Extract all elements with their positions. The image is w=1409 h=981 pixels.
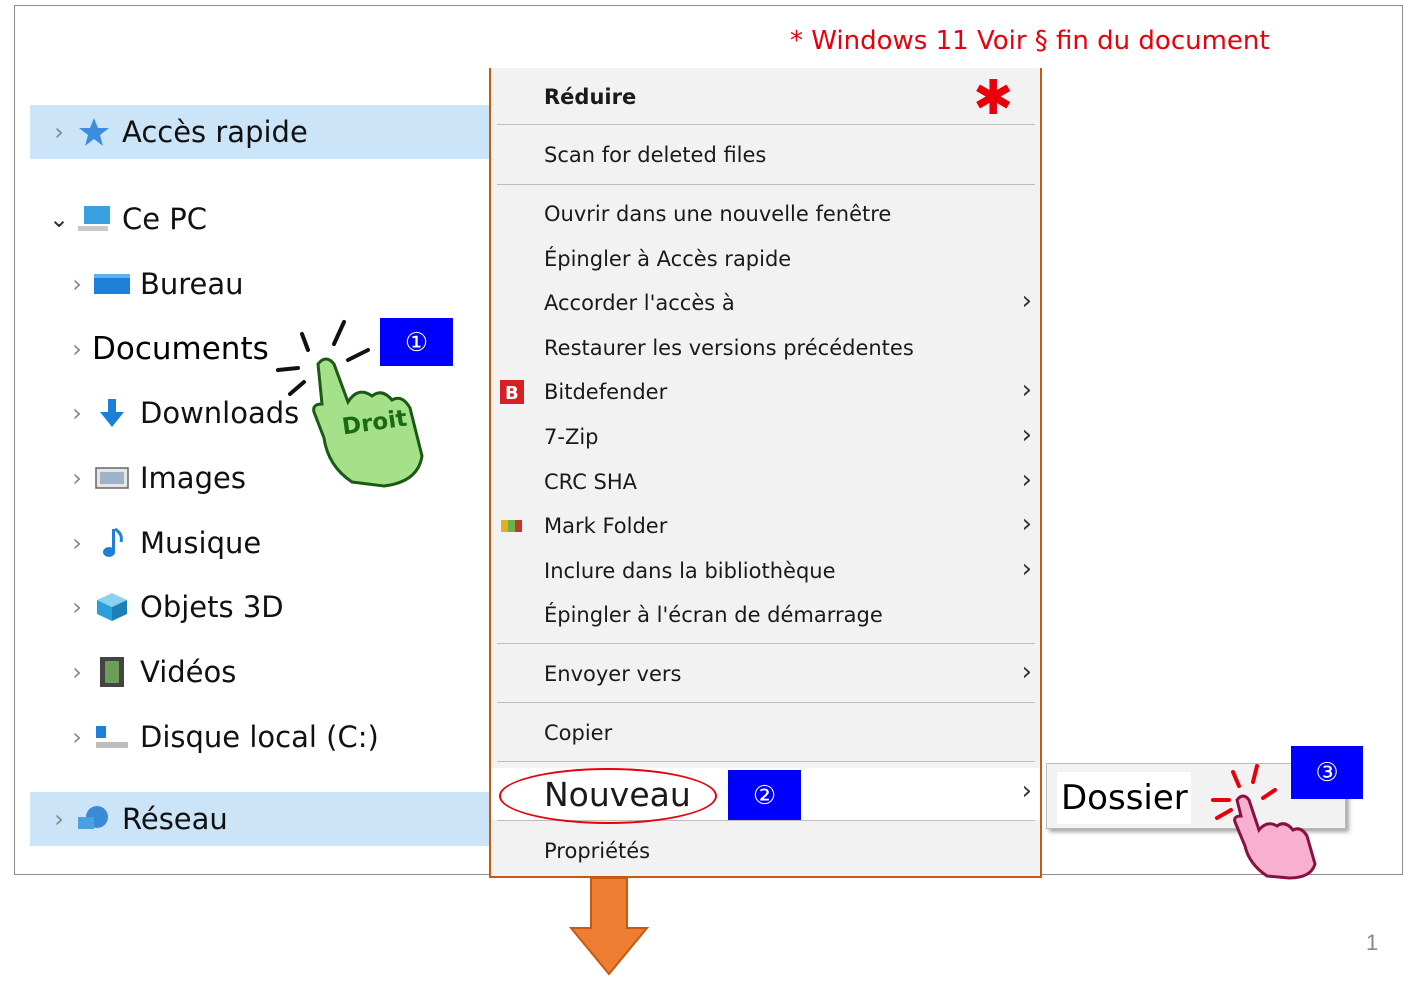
sidebar-item-label: Réseau bbox=[122, 802, 228, 836]
menu-item-crc-sha[interactable]: CRC SHA › bbox=[491, 461, 1040, 503]
sidebar-item-label: Bureau bbox=[140, 267, 244, 301]
menu-item-label: Copier bbox=[544, 721, 613, 745]
menu-item-label: Ouvrir dans une nouvelle fenêtre bbox=[544, 202, 892, 226]
sidebar-item-label: Disque local (C:) bbox=[140, 720, 379, 754]
menu-item-label: Scan for deleted files bbox=[544, 143, 767, 167]
mark-folder-icon bbox=[499, 513, 525, 539]
menu-item-label: Bitdefender bbox=[544, 380, 668, 404]
chevron-right-icon[interactable]: › bbox=[62, 270, 92, 298]
chevron-down-icon[interactable]: ⌄ bbox=[44, 205, 74, 233]
menu-separator bbox=[497, 124, 1035, 125]
menu-item-label: CRC SHA bbox=[544, 470, 638, 494]
step-badge-2: ② bbox=[728, 770, 801, 820]
sidebar-item-label: Musique bbox=[140, 526, 262, 560]
sidebar-item-videos[interactable]: › Vidéos bbox=[62, 645, 482, 699]
svg-text:B: B bbox=[505, 383, 519, 404]
chevron-right-icon: › bbox=[1021, 420, 1032, 450]
menu-separator bbox=[497, 643, 1035, 644]
chevron-right-icon: › bbox=[1021, 375, 1032, 405]
sidebar-item-disque-local[interactable]: › Disque local (C:) bbox=[62, 710, 482, 764]
asterisk-icon: ✱ bbox=[973, 70, 1014, 126]
drive-icon bbox=[92, 720, 132, 754]
step-badge-1: ① bbox=[380, 318, 453, 366]
submenu-item-folder[interactable]: Dossier bbox=[1057, 772, 1191, 824]
menu-item-open-new-window[interactable]: Ouvrir dans une nouvelle fenêtre bbox=[491, 193, 1040, 235]
menu-item-label: Restaurer les versions précédentes bbox=[544, 336, 914, 360]
menu-item-reduce[interactable]: Réduire ✱ bbox=[491, 74, 1040, 122]
desktop-icon bbox=[92, 267, 132, 301]
menu-item-scan[interactable]: Scan for deleted files bbox=[491, 134, 1040, 176]
chevron-right-icon[interactable]: › bbox=[62, 658, 92, 686]
music-note-icon bbox=[92, 526, 132, 560]
chevron-right-icon[interactable]: › bbox=[44, 805, 74, 833]
sidebar-item-objets-3d[interactable]: › Objets 3D bbox=[62, 580, 482, 634]
chevron-right-icon: › bbox=[1021, 657, 1032, 687]
sidebar-item-label: Objets 3D bbox=[140, 590, 284, 624]
chevron-right-icon[interactable]: › bbox=[44, 118, 74, 146]
sidebar-item-label: Accès rapide bbox=[122, 115, 308, 149]
menu-separator bbox=[497, 761, 1035, 762]
windows11-note: * Windows 11 Voir § fin du document bbox=[790, 26, 1270, 56]
sidebar-item-bureau[interactable]: › Bureau bbox=[62, 257, 482, 311]
chevron-right-icon: › bbox=[1021, 554, 1032, 584]
chevron-right-icon: › bbox=[1021, 776, 1032, 806]
chevron-right-icon[interactable]: › bbox=[62, 399, 92, 427]
menu-item-label: 7-Zip bbox=[544, 425, 599, 449]
chevron-right-icon[interactable]: › bbox=[62, 464, 92, 492]
page-number: 1 bbox=[1366, 930, 1379, 955]
down-arrow-icon bbox=[567, 877, 651, 976]
menu-item-send-to[interactable]: Envoyer vers › bbox=[491, 653, 1040, 695]
sidebar-item-this-pc[interactable]: ⌄ Ce PC bbox=[30, 192, 490, 246]
menu-item-pin-start[interactable]: Épingler à l'écran de démarrage bbox=[491, 594, 1040, 636]
menu-item-copy[interactable]: Copier bbox=[491, 712, 1040, 754]
film-icon bbox=[92, 655, 132, 689]
context-menu: Réduire ✱ Scan for deleted files Ouvrir … bbox=[489, 68, 1042, 878]
menu-item-mark-folder[interactable]: Mark Folder › bbox=[491, 505, 1040, 547]
menu-separator bbox=[497, 184, 1035, 185]
picture-icon bbox=[92, 461, 132, 495]
highlight-ellipse bbox=[499, 768, 717, 824]
menu-item-label: Inclure dans la bibliothèque bbox=[544, 559, 836, 583]
download-arrow-icon bbox=[92, 396, 132, 430]
menu-item-bitdefender[interactable]: B Bitdefender › bbox=[491, 371, 1040, 413]
sidebar-item-network[interactable]: › Réseau bbox=[30, 792, 490, 846]
sidebar-item-musique[interactable]: › Musique bbox=[62, 516, 482, 570]
chevron-right-icon: › bbox=[1021, 509, 1032, 539]
menu-item-grant-access[interactable]: Accorder l'accès à › bbox=[491, 282, 1040, 324]
menu-item-label: Accorder l'accès à bbox=[544, 291, 735, 315]
chevron-right-icon: › bbox=[1021, 286, 1032, 316]
sidebar-item-quick-access[interactable]: › Accès rapide bbox=[30, 105, 490, 159]
sidebar-item-label: Documents bbox=[92, 331, 269, 367]
network-globe-icon bbox=[74, 802, 114, 836]
sidebar-item-label: Images bbox=[140, 461, 246, 495]
chevron-right-icon[interactable]: › bbox=[62, 723, 92, 751]
menu-item-7zip[interactable]: 7-Zip › bbox=[491, 416, 1040, 458]
sidebar-item-label: Ce PC bbox=[122, 202, 208, 236]
menu-item-pin-quick-access[interactable]: Épingler à Accès rapide bbox=[491, 238, 1040, 280]
chevron-right-icon[interactable]: › bbox=[62, 335, 92, 363]
menu-item-label: Envoyer vers bbox=[544, 662, 682, 686]
cube-icon bbox=[92, 590, 132, 624]
menu-item-label: Épingler à l'écran de démarrage bbox=[544, 603, 883, 627]
computer-icon bbox=[74, 202, 114, 236]
menu-item-label: Épingler à Accès rapide bbox=[544, 247, 792, 271]
menu-item-label: Réduire bbox=[544, 85, 637, 109]
menu-item-include-library[interactable]: Inclure dans la bibliothèque › bbox=[491, 550, 1040, 592]
menu-item-restore-versions[interactable]: Restaurer les versions précédentes bbox=[491, 327, 1040, 369]
sidebar-item-label: Vidéos bbox=[140, 655, 237, 689]
menu-separator bbox=[497, 702, 1035, 703]
step-badge-3: ③ bbox=[1291, 746, 1363, 799]
chevron-right-icon[interactable]: › bbox=[62, 529, 92, 557]
chevron-right-icon[interactable]: › bbox=[62, 593, 92, 621]
bitdefender-icon: B bbox=[499, 379, 525, 405]
menu-item-label: Propriétés bbox=[544, 839, 651, 863]
menu-item-properties[interactable]: Propriétés bbox=[491, 830, 1040, 872]
chevron-right-icon: › bbox=[1021, 465, 1032, 495]
menu-item-label: Mark Folder bbox=[544, 514, 668, 538]
star-icon bbox=[74, 115, 114, 149]
